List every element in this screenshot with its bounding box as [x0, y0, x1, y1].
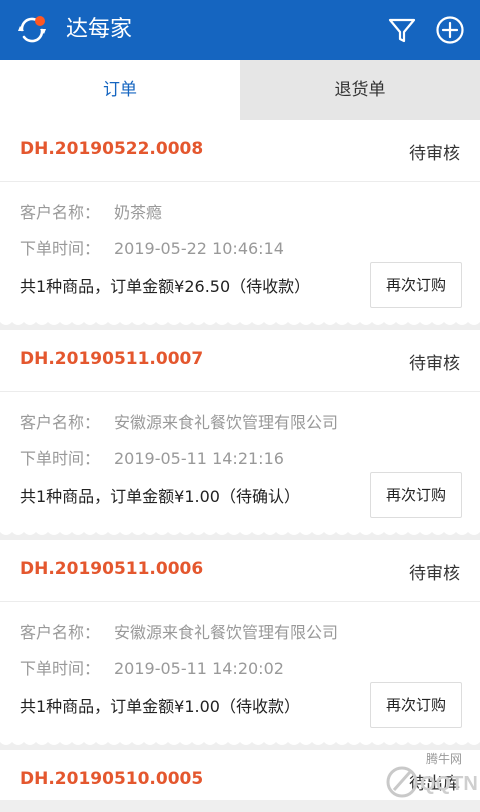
order-time-row: 下单时间： 2019-05-11 14:21:16: [20, 445, 284, 469]
tab-returns[interactable]: 退货单: [240, 60, 480, 120]
order-time-label: 下单时间：: [20, 239, 101, 258]
order-status: 待审核: [409, 144, 460, 164]
add-circle-icon[interactable]: [434, 14, 466, 46]
tab-orders[interactable]: 订单: [0, 60, 240, 120]
order-number: DH.20190510.0005: [20, 769, 204, 789]
svg-text:QQTN: QQTN: [420, 773, 478, 795]
card-edge-divider: [0, 530, 480, 535]
customer-label: 客户名称：: [20, 623, 101, 642]
card-edge-divider: [0, 740, 480, 745]
order-status: 待审核: [409, 564, 460, 584]
order-card-header: DH.20190511.0007 待审核: [0, 330, 480, 392]
order-card[interactable]: DH.20190511.0007 待审核 客户名称： 安徽源来食礼餐饮管理有限公司…: [0, 330, 480, 535]
order-time-label: 下单时间：: [20, 449, 101, 468]
customer-name: 安徽源来食礼餐饮管理有限公司: [114, 413, 339, 432]
order-number: DH.20190522.0008: [20, 139, 204, 159]
reorder-button[interactable]: 再次订购: [370, 682, 462, 728]
order-card-header: DH.20190522.0008 待审核: [0, 120, 480, 182]
customer-name: 安徽源来食礼餐饮管理有限公司: [114, 623, 339, 642]
order-tabs: 订单 退货单: [0, 60, 480, 120]
order-time: 2019-05-11 14:21:16: [114, 449, 284, 468]
app-bar: 达每家: [0, 0, 480, 60]
customer-row: 客户名称： 奶茶瘾: [20, 199, 162, 223]
order-card[interactable]: DH.20190522.0008 待审核 客户名称： 奶茶瘾 下单时间： 2019-…: [0, 120, 480, 325]
card-edge-divider: [0, 320, 480, 325]
refresh-logo-icon[interactable]: [16, 14, 48, 46]
order-time: 2019-05-11 14:20:02: [114, 659, 284, 678]
reorder-button[interactable]: 再次订购: [370, 262, 462, 308]
customer-row: 客户名称： 安徽源来食礼餐饮管理有限公司: [20, 409, 338, 433]
order-summary: 共1种商品，订单金额¥1.00（待收款）: [20, 697, 300, 716]
customer-row: 客户名称： 安徽源来食礼餐饮管理有限公司: [20, 619, 338, 643]
customer-label: 客户名称：: [20, 413, 101, 432]
reorder-button[interactable]: 再次订购: [370, 472, 462, 518]
watermark-logo-icon: QQTN: [386, 766, 478, 798]
order-card[interactable]: DH.20190511.0006 待审核 客户名称： 安徽源来食礼餐饮管理有限公司…: [0, 540, 480, 745]
order-summary: 共1种商品，订单金额¥1.00（待确认）: [20, 487, 300, 506]
customer-name: 奶茶瘾: [114, 203, 163, 222]
filter-icon[interactable]: [386, 14, 418, 46]
watermark: 腾牛网 QQTN: [380, 748, 480, 800]
order-card-header: DH.20190511.0006 待审核: [0, 540, 480, 602]
order-time-row: 下单时间： 2019-05-11 14:20:02: [20, 655, 284, 679]
order-status: 待审核: [409, 354, 460, 374]
order-summary: 共1种商品，订单金额¥26.50（待收款）: [20, 277, 311, 296]
customer-label: 客户名称：: [20, 203, 101, 222]
app-title: 达每家: [66, 17, 133, 42]
order-number: DH.20190511.0007: [20, 349, 204, 369]
order-time: 2019-05-22 10:46:14: [114, 239, 284, 258]
order-time-row: 下单时间： 2019-05-22 10:46:14: [20, 235, 284, 259]
order-time-label: 下单时间：: [20, 659, 101, 678]
order-number: DH.20190511.0006: [20, 559, 204, 579]
